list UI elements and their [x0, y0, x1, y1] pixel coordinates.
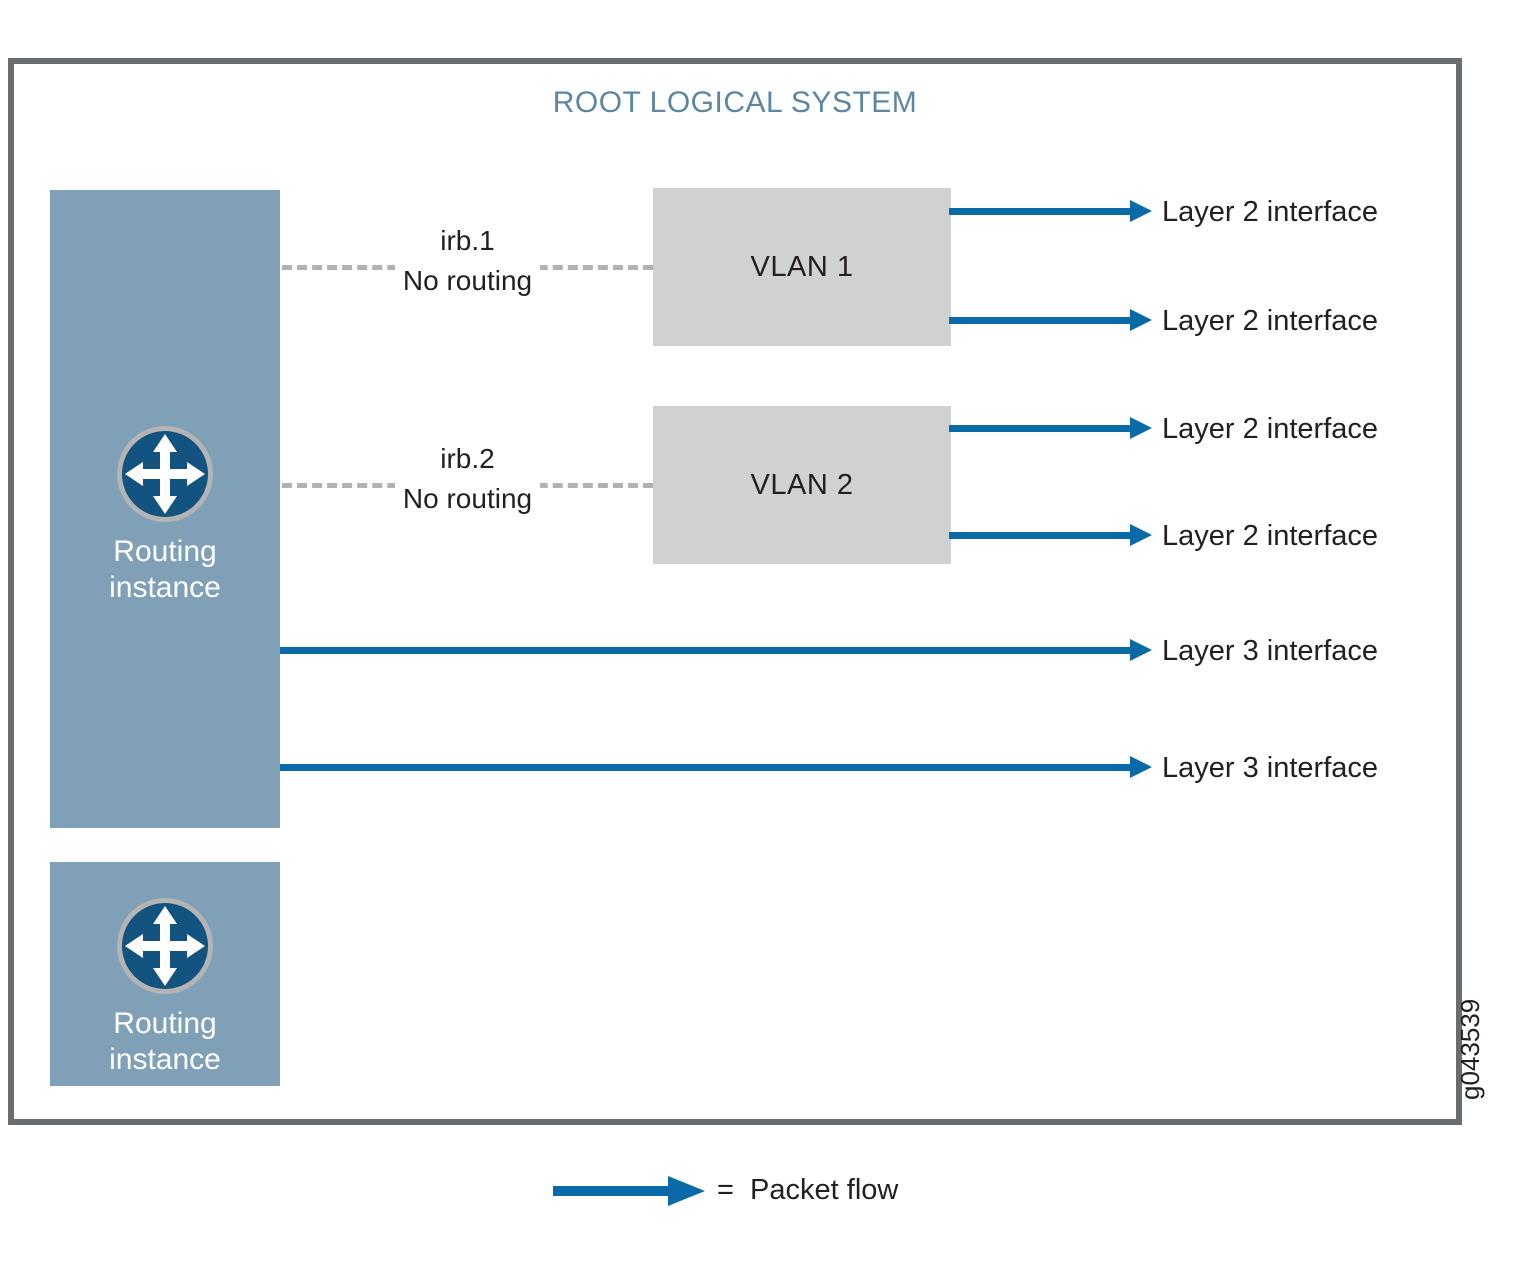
- irb-link-1-label: irb.1 No routing: [282, 221, 653, 345]
- packet-flow-arrow-2: [949, 309, 1152, 331]
- routing-instance-block-2[interactable]: Routing instance: [50, 862, 280, 1086]
- packet-flow-arrow-6: [280, 756, 1152, 778]
- interface-label-1: Layer 2 interface: [1162, 196, 1379, 228]
- routing-instance-2-label: Routing instance: [109, 1007, 221, 1076]
- vlan-box-2-label: VLAN 2: [750, 468, 854, 501]
- router-icon: [117, 426, 213, 522]
- irb-link-1-sub: No routing: [394, 261, 541, 301]
- routing-instance-1-content: Routing instance: [50, 422, 280, 606]
- routing-instance-1-label: Routing instance: [109, 535, 221, 604]
- legend: = Packet flow: [553, 1174, 898, 1207]
- packet-flow-arrow-4: [949, 524, 1152, 546]
- packet-flow-arrow-5: [280, 639, 1152, 661]
- legend-label: = Packet flow: [717, 1174, 899, 1206]
- page-title: ROOT LOGICAL SYSTEM: [552, 86, 918, 119]
- vlan-box-1[interactable]: VLAN 1: [653, 188, 951, 346]
- packet-flow-arrow-3: [949, 417, 1152, 439]
- routing-instance-block-1[interactable]: Routing instance: [50, 190, 280, 828]
- packet-flow-arrow-1: [949, 200, 1152, 222]
- interface-label-2: Layer 2 interface: [1162, 305, 1379, 337]
- irb-link-2-sub: No routing: [394, 479, 541, 519]
- router-icon: [117, 898, 213, 994]
- packet-flow-legend-arrow-icon: [553, 1175, 705, 1206]
- vlan-box-2[interactable]: VLAN 2: [653, 406, 951, 564]
- figure-id: g043539: [1455, 998, 1485, 1100]
- interface-label-3: Layer 2 interface: [1162, 413, 1379, 445]
- irb-link-1-name: irb.1: [432, 221, 503, 261]
- irb-link-2-label: irb.2 No routing: [282, 439, 653, 563]
- interface-label-5: Layer 3 interface: [1162, 635, 1379, 667]
- interface-label-6: Layer 3 interface: [1162, 752, 1379, 784]
- interface-label-4: Layer 2 interface: [1162, 520, 1379, 552]
- vlan-box-1-label: VLAN 1: [750, 250, 854, 283]
- irb-link-2-name: irb.2: [432, 439, 503, 479]
- routing-instance-2-content: Routing instance: [50, 894, 280, 1078]
